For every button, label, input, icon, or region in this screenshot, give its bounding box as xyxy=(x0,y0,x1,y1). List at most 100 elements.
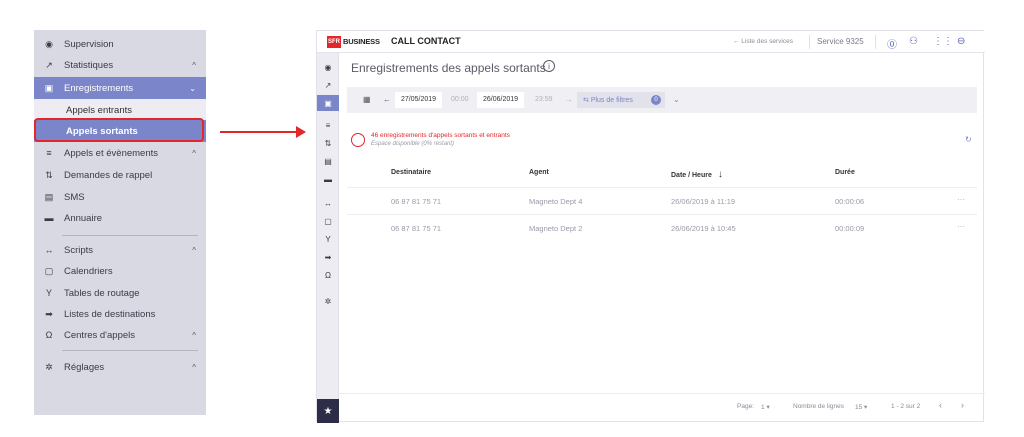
time-from-field[interactable]: 00:00 xyxy=(451,96,469,103)
gear-icon[interactable]: ✲ xyxy=(317,293,339,309)
divider xyxy=(62,235,198,236)
headset-icon[interactable]: Ω xyxy=(317,267,339,283)
sidebar-item-label: Appels et évènements xyxy=(64,147,159,159)
divider xyxy=(62,350,198,351)
sidebar-item-label: Centres d'appels xyxy=(64,329,135,341)
sidebar-item-appels-evenements[interactable]: ≡ Appels et évènements ^ xyxy=(34,143,206,163)
sidebar-item-enregistrements[interactable]: ▣ Enregistrements ⌄ xyxy=(34,77,206,99)
sort-down-icon: ↓ xyxy=(717,169,723,180)
eye-icon: ◉ xyxy=(45,38,53,49)
destination-icon: ➡ xyxy=(45,308,53,319)
rows-select[interactable]: 15 ▾ xyxy=(855,403,867,411)
page-label: Page: xyxy=(737,403,754,410)
trend-icon: ↗ xyxy=(45,59,53,70)
apps-grid-icon[interactable]: ⋮⋮ xyxy=(933,36,953,47)
account-icon[interactable]: ⊖ xyxy=(957,36,965,47)
sidebar-item-scripts[interactable]: ↔ Scripts ^ xyxy=(34,240,206,260)
filter-icon: ⇆ xyxy=(583,97,591,104)
rows-value: 15 xyxy=(855,404,863,411)
column-header-destinataire[interactable]: Destinataire xyxy=(391,169,431,176)
save-icon[interactable]: ▣ xyxy=(317,95,339,111)
time-to-field[interactable]: 23:59 xyxy=(535,96,553,103)
sidebar-item-label: Enregistrements xyxy=(64,82,134,94)
sidebar-item-sms[interactable]: ▤ SMS xyxy=(34,187,206,207)
product-name: CALL CONTACT xyxy=(391,36,461,46)
trend-icon[interactable]: ↗ xyxy=(317,77,339,93)
page-select[interactable]: 1 ▾ xyxy=(761,403,770,411)
chevron-up-icon: ^ xyxy=(192,245,196,255)
arrow-right-icon[interactable]: → xyxy=(565,95,573,104)
caret-down-icon: ▾ xyxy=(864,404,868,411)
sms-icon[interactable]: ▤ xyxy=(317,153,339,169)
sidebar-item-supervision[interactable]: ◉ Supervision xyxy=(34,34,206,54)
star-icon[interactable]: ★ xyxy=(317,399,339,423)
eye-icon[interactable]: ◉ xyxy=(317,59,339,75)
next-page-icon[interactable]: › xyxy=(961,400,964,410)
business-label: BUSINESS xyxy=(343,37,380,46)
directory-icon[interactable]: ▬ xyxy=(317,171,339,187)
callback-icon[interactable]: ⇅ xyxy=(317,135,339,151)
calendar-icon: ▢ xyxy=(44,265,54,276)
more-options-icon[interactable]: ··· xyxy=(957,222,965,231)
cell-agent: Magneto Dept 4 xyxy=(529,197,583,206)
routing-icon: Y xyxy=(45,288,52,298)
date-from-field[interactable]: 27/05/2019 xyxy=(395,92,443,108)
calendar-icon[interactable]: ▢ xyxy=(317,213,339,229)
date-to-field[interactable]: 26/06/2019 xyxy=(477,92,525,108)
help-icon[interactable]: ⓪ xyxy=(887,36,897,51)
date-header-label: Date / Heure xyxy=(671,172,712,179)
column-header-date[interactable]: Date / Heure ↓ xyxy=(671,169,723,180)
sidebar-item-tables-routage[interactable]: Y Tables de routage xyxy=(34,283,206,303)
sidebar-item-label: Réglages xyxy=(64,361,105,373)
cell-destinataire: 06 87 81 75 71 xyxy=(391,224,442,233)
more-options-icon[interactable]: ··· xyxy=(957,195,965,204)
sidebar-item-centres-appels[interactable]: Ω Centres d'appels ^ xyxy=(34,325,206,345)
events-icon[interactable]: ≡ xyxy=(317,117,339,133)
chevron-up-icon: ^ xyxy=(192,148,196,158)
destination-icon[interactable]: ➡ xyxy=(317,249,339,265)
save-icon: ▣ xyxy=(44,82,54,93)
users-icon[interactable]: ⚇ xyxy=(909,36,918,47)
service-name[interactable]: Service 9325 xyxy=(817,37,864,46)
sidebar-item-label: Supervision xyxy=(64,38,114,50)
sms-icon: ▤ xyxy=(44,191,54,202)
page-value: 1 xyxy=(761,404,765,411)
headset-icon: Ω xyxy=(45,330,53,340)
cell-destinataire: 06 87 81 75 71 xyxy=(391,197,442,206)
sidebar-item-calendriers[interactable]: ▢ Calendriers xyxy=(34,261,206,281)
directory-icon: ▬ xyxy=(44,213,54,223)
enlarged-sidebar: ◉ Supervision ↗ Statistiques ^ ▣ Enregis… xyxy=(34,30,206,415)
services-list-link[interactable]: ← Liste des services xyxy=(733,38,793,45)
icon-rail: ◉ ↗ ▣ ≡ ⇅ ▤ ▬ ↔ ▢ Y ➡ Ω ✲ ★ xyxy=(317,53,339,423)
records-count-message: 46 enregistrements d'appels sortants et … xyxy=(371,132,510,139)
caret-down-icon: ▾ xyxy=(766,404,770,411)
separator xyxy=(875,35,876,49)
row-divider xyxy=(347,214,977,215)
column-header-duree[interactable]: Durée xyxy=(835,169,855,176)
sidebar-item-label: Calendriers xyxy=(64,265,113,277)
chevron-up-icon: ^ xyxy=(192,362,196,372)
top-bar: SFR BUSINESS CALL CONTACT ← Liste des se… xyxy=(317,31,985,53)
chevron-down-icon[interactable]: ⌄ xyxy=(673,95,680,104)
arrow-left-icon[interactable]: ← xyxy=(383,95,391,104)
info-icon[interactable]: i xyxy=(543,60,555,72)
footer-divider xyxy=(339,393,985,394)
sidebar-item-reglages[interactable]: ✲ Réglages ^ xyxy=(34,357,206,377)
sidebar-item-demandes-rappel[interactable]: ⇅ Demandes de rappel xyxy=(34,165,206,185)
calendar-icon[interactable]: ▦ xyxy=(363,95,371,104)
column-header-agent[interactable]: Agent xyxy=(529,169,549,176)
routing-icon[interactable]: Y xyxy=(317,231,339,247)
sidebar-item-statistiques[interactable]: ↗ Statistiques ^ xyxy=(34,55,206,75)
prev-page-icon[interactable]: ‹ xyxy=(939,400,942,410)
sidebar-item-listes-destinations[interactable]: ➡ Listes de destinations xyxy=(34,304,206,324)
sidebar-item-label: Tables de routage xyxy=(64,287,140,299)
page-title: Enregistrements des appels sortants xyxy=(351,61,546,75)
refresh-icon[interactable]: ↻ xyxy=(965,135,972,144)
app-window: SFR BUSINESS CALL CONTACT ← Liste des se… xyxy=(316,30,985,423)
sidebar-item-label: SMS xyxy=(64,191,85,203)
sidebar-item-annuaire[interactable]: ▬ Annuaire xyxy=(34,208,206,228)
code-icon: ↔ xyxy=(44,245,54,255)
code-icon[interactable]: ↔ xyxy=(317,195,339,211)
rows-label: Nombre de lignes xyxy=(793,403,844,410)
pointer-arrow-head xyxy=(296,126,306,138)
